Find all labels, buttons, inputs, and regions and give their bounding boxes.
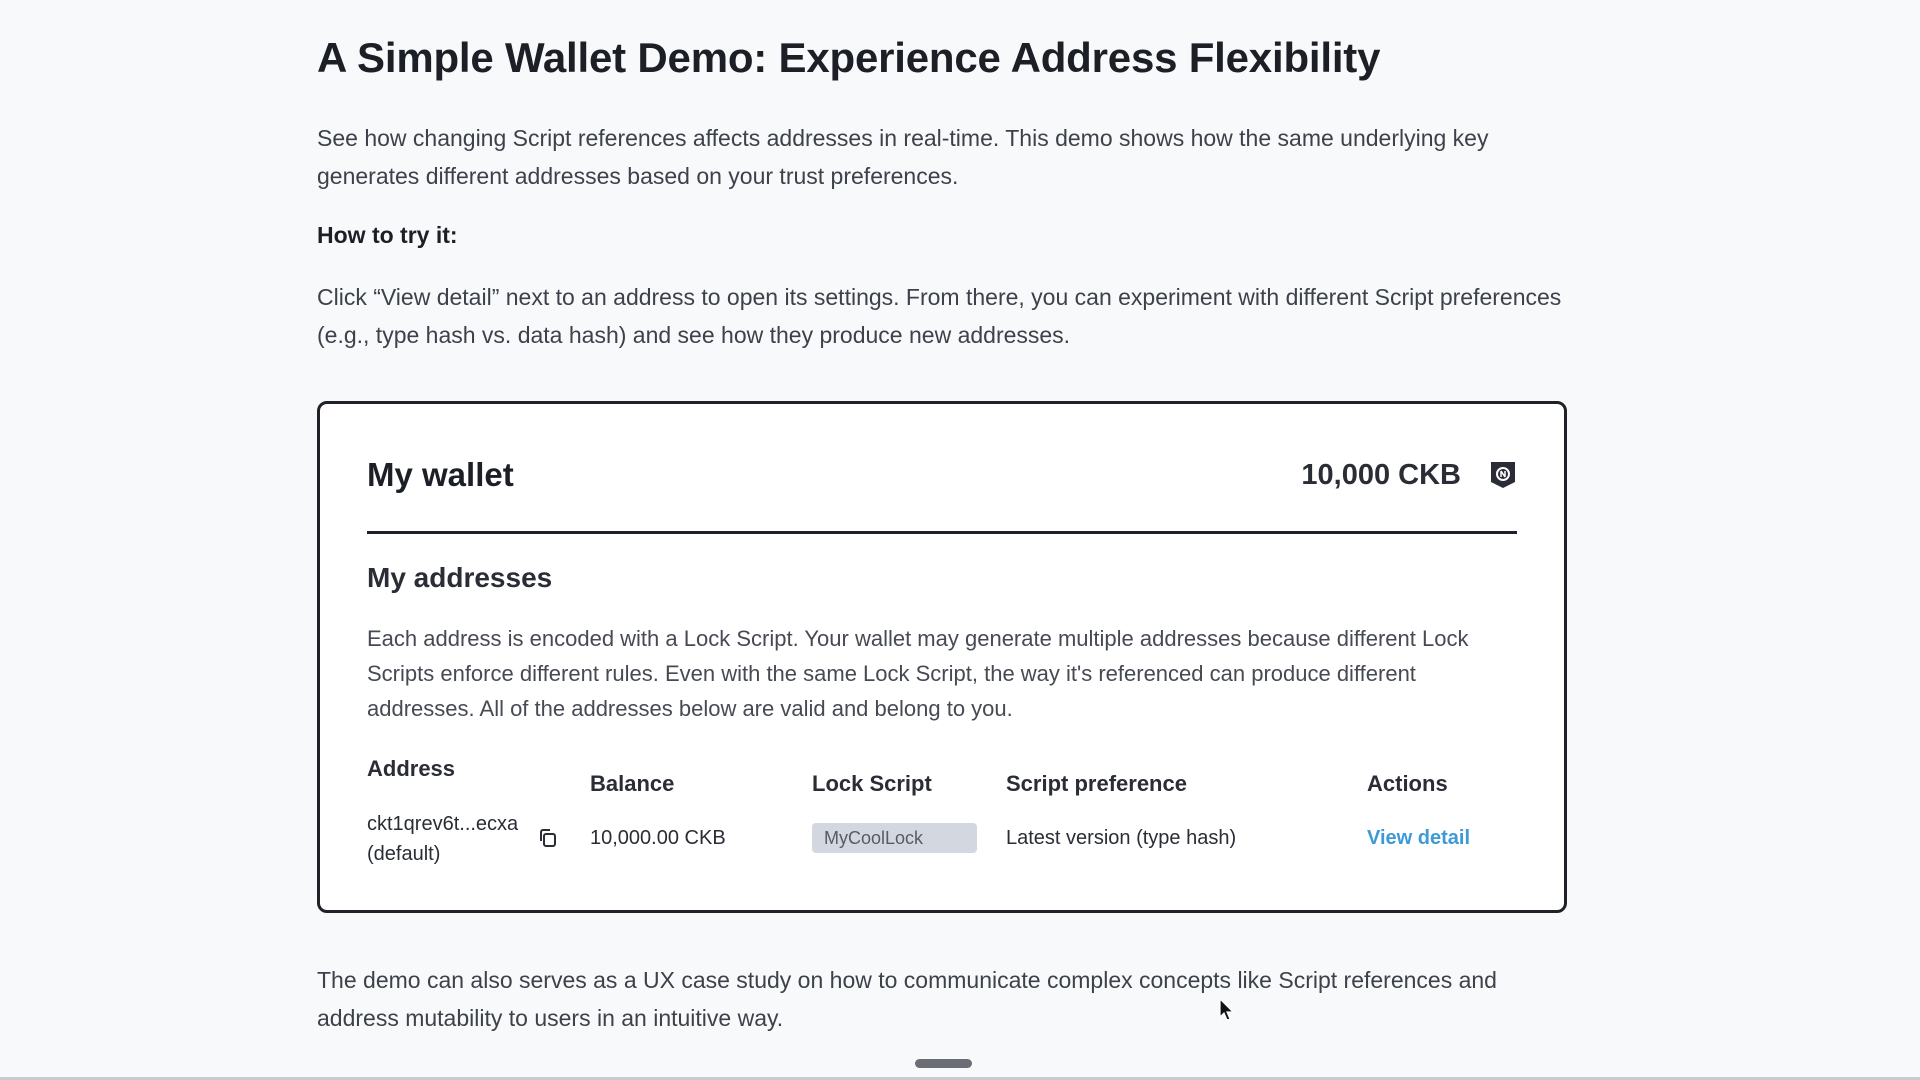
address-value: ckt1qrev6t...ecxa <box>367 813 519 835</box>
footer-paragraph: The demo can also serves as a UX case st… <box>317 967 1497 1031</box>
scroll-handle[interactable] <box>915 1059 972 1068</box>
howto-heading: How to try it: <box>317 222 458 248</box>
wallet-card: My wallet 10,000 CKB My addresses Each a… <box>317 401 1567 913</box>
wallet-balance: 10,000 CKB <box>1301 459 1461 491</box>
column-header-balance: Balance <box>590 771 675 796</box>
intro-paragraph: See how changing Script references affec… <box>317 125 1489 189</box>
lock-script-badge: MyCoolLock <box>812 823 977 853</box>
column-header-script-preference: Script preference <box>1006 771 1187 796</box>
column-header-actions: Actions <box>1367 771 1448 796</box>
view-detail-link[interactable]: View detail <box>1367 827 1470 850</box>
copy-icon[interactable] <box>537 827 559 849</box>
script-preference-cell: Latest version (type hash) <box>1006 827 1237 849</box>
addresses-description: Each address is encoded with a Lock Scri… <box>367 626 1469 721</box>
column-header-address: Address <box>367 756 456 781</box>
address-default-note: (default) <box>367 843 441 865</box>
addresses-title: My addresses <box>367 562 553 593</box>
ckb-token-icon <box>1491 462 1515 488</box>
page-title: A Simple Wallet Demo: Experience Address… <box>317 34 1381 81</box>
page: A Simple Wallet Demo: Experience Address… <box>0 0 1920 1080</box>
instructions-paragraph: Click “View detail” next to an address t… <box>317 284 1562 348</box>
balance-cell: 10,000.00 CKB <box>590 827 726 849</box>
column-header-lock-script: Lock Script <box>812 771 932 796</box>
mouse-cursor-icon <box>1219 998 1235 1021</box>
address-cell: ckt1qrev6t...ecxa (default) <box>367 809 518 869</box>
wallet-header: My wallet 10,000 CKB <box>367 404 1517 534</box>
wallet-title: My wallet <box>367 456 514 493</box>
